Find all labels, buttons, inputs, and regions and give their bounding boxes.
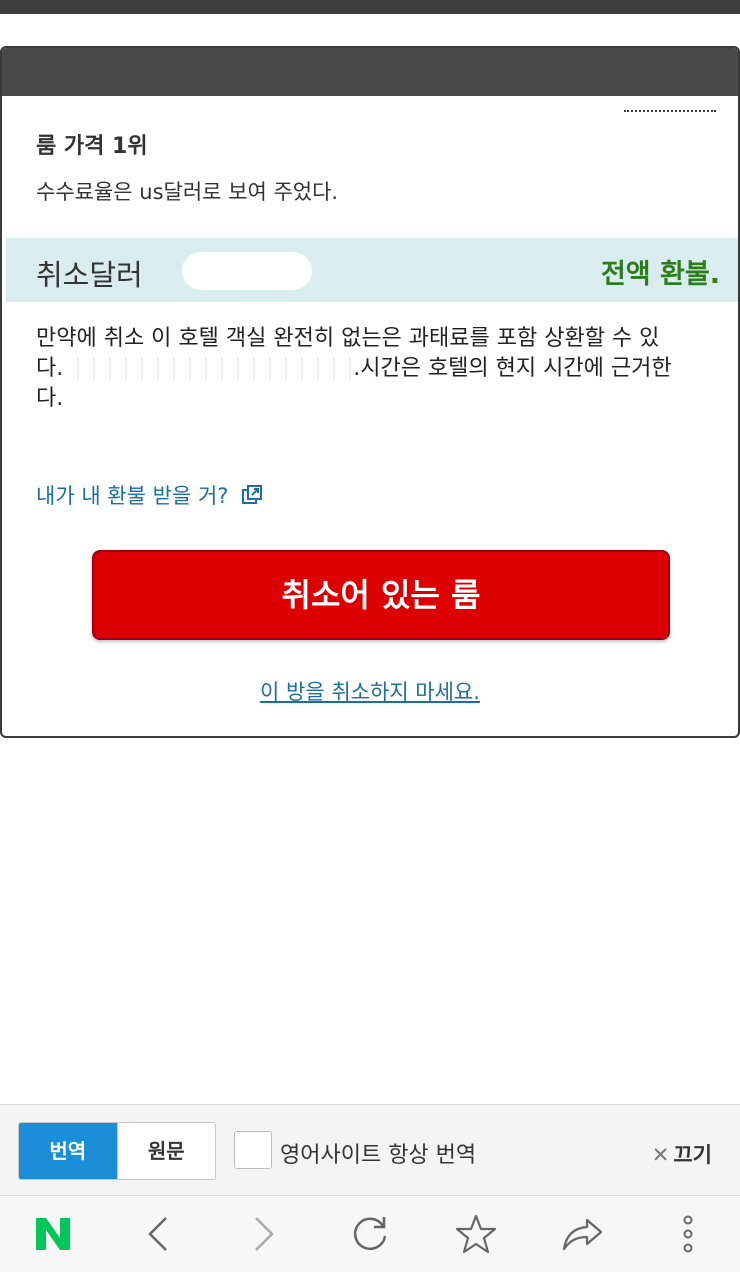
fee-note: 수수료율은 us달러로 보여 주었다. xyxy=(36,180,339,204)
original-tab[interactable]: 원문 xyxy=(116,1123,215,1179)
scroll-indicator xyxy=(624,110,716,114)
translate-tab[interactable]: 번역 xyxy=(19,1123,117,1179)
cancellation-policy-text: 만약에 취소 이 호텔 객실 완전히 없는은 과태료를 포함 상환할 수 있 다… xyxy=(36,324,726,414)
refund-status: 전액 환불. xyxy=(600,259,720,290)
forward-icon[interactable] xyxy=(240,1210,288,1258)
more-icon[interactable] xyxy=(664,1210,712,1258)
cancel-summary-band: 취소달러 전액 환불. xyxy=(6,238,738,302)
keep-room-link[interactable]: 이 방을 취소하지 마세요. xyxy=(2,676,738,706)
cancel-dialog: 룸 가격 1위 수수료율은 us달러로 보여 주었다. 취소달러 전액 환불. … xyxy=(0,46,740,738)
rank-heading: 룸 가격 1위 xyxy=(36,134,148,159)
close-icon: ✕ xyxy=(651,1143,670,1167)
cancel-room-button[interactable]: 취소어 있는 룸 xyxy=(92,550,670,640)
always-translate-checkbox[interactable] xyxy=(234,1131,272,1169)
policy-line-2-start: 다. xyxy=(36,356,64,381)
policy-line-3: 다. xyxy=(36,386,64,411)
redacted-amount xyxy=(182,252,312,290)
refresh-icon[interactable] xyxy=(346,1210,394,1258)
back-icon[interactable] xyxy=(134,1210,182,1258)
refund-info-link-label: 내가 내 환불 받을 거? xyxy=(36,484,229,508)
policy-line-1: 만약에 취소 이 호텔 객실 완전히 없는은 과태료를 포함 상환할 수 있 xyxy=(36,326,660,351)
external-link-icon xyxy=(242,485,263,504)
policy-line-2-end: .시간은 호텔의 현지 시간에 근거한 xyxy=(353,356,672,381)
cancel-fee-label: 취소달러 xyxy=(36,258,143,292)
redacted-date xyxy=(63,357,354,381)
refund-info-link[interactable]: 내가 내 환불 받을 거? xyxy=(36,480,263,510)
close-translate-button[interactable]: ✕ 끄기 xyxy=(652,1139,712,1169)
translate-bar: 번역 원문 영어사이트 항상 번역 ✕ 끄기 xyxy=(0,1104,740,1196)
share-icon[interactable] xyxy=(558,1210,606,1258)
dialog-header xyxy=(2,48,738,96)
close-translate-label: 끄기 xyxy=(673,1143,712,1167)
translate-toggle: 번역 원문 xyxy=(18,1122,216,1180)
bookmark-star-icon[interactable] xyxy=(452,1210,500,1258)
status-bar xyxy=(0,0,740,14)
always-translate-label: 영어사이트 항상 번역 xyxy=(280,1143,477,1168)
naver-logo-icon[interactable] xyxy=(29,1210,77,1258)
browser-toolbar xyxy=(0,1196,740,1272)
